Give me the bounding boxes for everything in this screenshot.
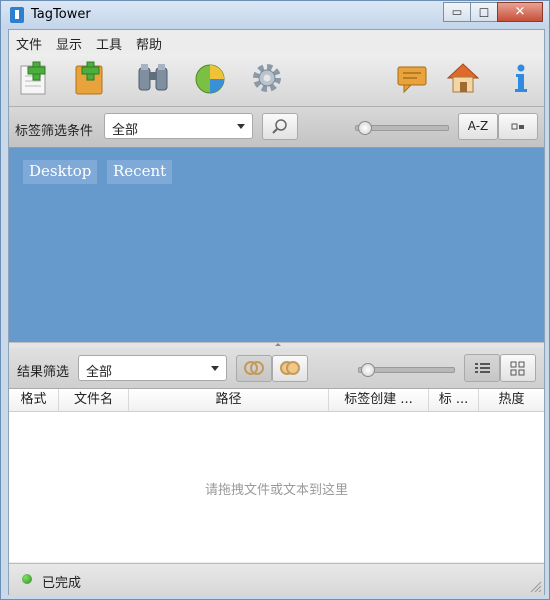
app-window: TagTower ▭ □ ✕ 文件 显示 工具 帮助 标签筛选条件 全部 A-Z…	[0, 0, 550, 600]
search-icon	[272, 119, 287, 134]
menu-bar: 文件 显示 工具 帮助	[9, 30, 544, 54]
new-tag-icon	[20, 61, 46, 95]
binoculars-icon	[138, 64, 168, 91]
tag-zoom-slider-thumb[interactable]	[357, 121, 372, 135]
new-tag-group-button[interactable]	[73, 60, 109, 96]
title-bar[interactable]: TagTower ▭ □ ✕	[1, 1, 549, 29]
tag-layout-button[interactable]	[498, 113, 538, 140]
home-icon	[446, 63, 480, 93]
result-list[interactable]: 请拖拽文件或文本到这里	[9, 412, 544, 562]
search-button[interactable]	[135, 60, 171, 96]
minimize-icon: ▭	[451, 5, 463, 19]
app-body: 文件 显示 工具 帮助 标签筛选条件 全部 A-Z Desktop Recent…	[8, 29, 545, 595]
chevron-down-icon	[211, 366, 219, 371]
result-filter-bar: 结果筛选 全部	[9, 348, 544, 389]
minimize-button[interactable]: ▭	[443, 2, 471, 22]
intersection-icon	[244, 361, 264, 375]
window-title: TagTower	[31, 7, 91, 22]
tag-cloud-area[interactable]: Desktop Recent	[9, 148, 544, 342]
window-controls: ▭ □ ✕	[443, 2, 543, 22]
pie-chart-icon	[195, 64, 225, 94]
home-button[interactable]	[445, 60, 481, 96]
chevron-down-icon	[237, 124, 245, 129]
settings-button[interactable]	[249, 60, 285, 96]
gear-icon	[253, 64, 281, 92]
menu-file[interactable]: 文件	[9, 30, 49, 54]
status-text: 已完成	[42, 576, 82, 591]
menu-view[interactable]: 显示	[49, 30, 89, 54]
list-view-button[interactable]	[464, 354, 500, 382]
resize-grip-icon[interactable]	[528, 579, 542, 593]
column-tags[interactable]: 标 ...	[429, 389, 479, 411]
close-icon: ✕	[514, 4, 526, 20]
column-format[interactable]: 格式	[9, 389, 59, 411]
grid-view-icon	[510, 361, 525, 376]
comment-icon	[397, 66, 427, 94]
column-tag-created[interactable]: 标签创建 ...	[329, 389, 429, 411]
intersection-filter-button[interactable]	[236, 355, 272, 382]
result-table-header: 格式 文件名 路径 标签创建 ... 标 ... 热度	[9, 389, 544, 412]
result-filter-label: 结果筛选	[17, 365, 70, 380]
new-tag-group-icon	[75, 61, 103, 95]
tag-search-button[interactable]	[262, 113, 298, 140]
result-zoom-slider-thumb[interactable]	[360, 363, 375, 377]
result-filter-value: 全部	[86, 365, 113, 380]
list-view-icon	[475, 363, 490, 373]
tag-layout-icon	[511, 123, 524, 130]
feedback-button[interactable]	[395, 60, 431, 96]
tag-filter-label: 标签筛选条件	[15, 124, 94, 139]
toolbar	[9, 54, 544, 107]
tag-desktop[interactable]: Desktop	[23, 160, 98, 184]
tag-filter-bar: 标签筛选条件 全部 A-Z	[9, 107, 544, 148]
column-filename[interactable]: 文件名	[59, 389, 129, 411]
maximize-icon: □	[478, 5, 490, 19]
info-icon	[515, 64, 527, 92]
grid-view-button[interactable]	[500, 354, 536, 382]
union-filter-button[interactable]	[272, 355, 308, 382]
statistics-button[interactable]	[193, 60, 229, 96]
app-logo-icon	[10, 7, 24, 23]
new-tag-button[interactable]	[17, 60, 53, 96]
union-icon	[280, 361, 300, 375]
tag-filter-select[interactable]: 全部	[104, 113, 253, 139]
column-popularity[interactable]: 热度	[479, 389, 544, 411]
close-button[interactable]: ✕	[497, 2, 543, 22]
result-filter-select[interactable]: 全部	[78, 355, 227, 381]
menu-help[interactable]: 帮助	[129, 30, 169, 54]
status-bar: 已完成	[9, 563, 544, 595]
menu-tools[interactable]: 工具	[89, 30, 129, 54]
drop-hint: 请拖拽文件或文本到这里	[204, 483, 348, 498]
tag-recent[interactable]: Recent	[107, 160, 173, 184]
status-indicator-icon	[22, 574, 32, 584]
sort-az-button[interactable]: A-Z	[458, 113, 498, 140]
column-path[interactable]: 路径	[129, 389, 329, 411]
tag-filter-value: 全部	[112, 123, 139, 138]
about-button[interactable]	[503, 60, 539, 96]
maximize-button[interactable]: □	[470, 2, 498, 22]
